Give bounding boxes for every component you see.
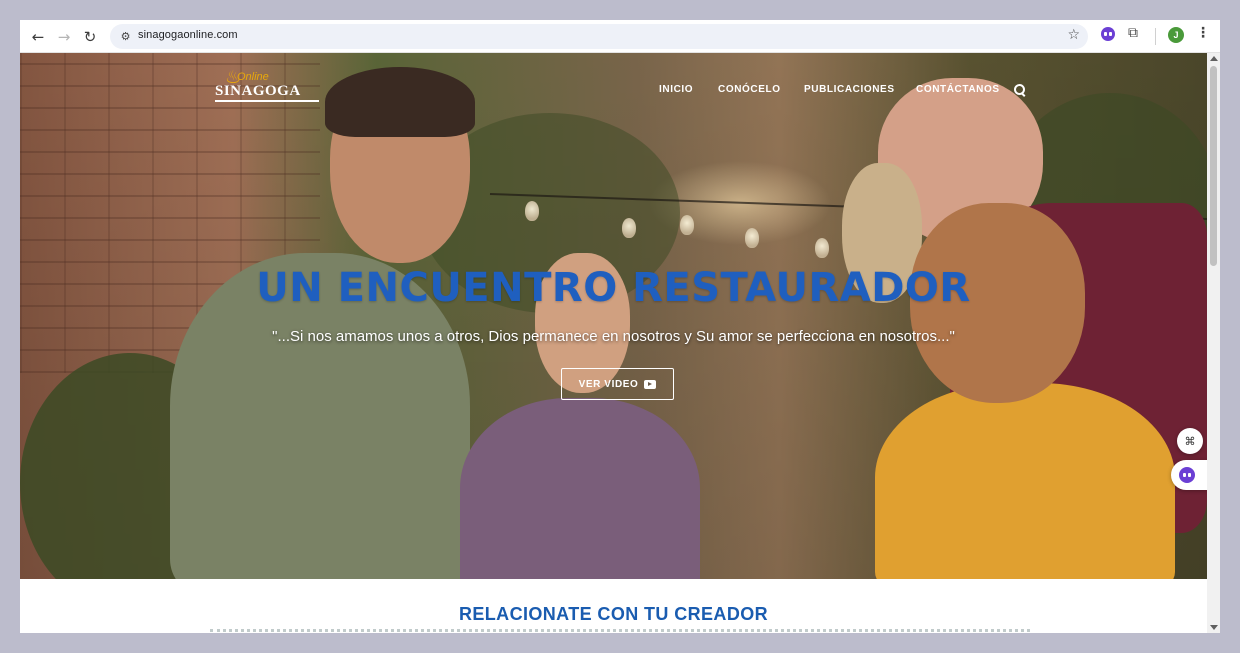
page-scrollbar[interactable] [1207, 53, 1220, 633]
hero-quote: "...Si nos amamos unos a otros, Dios per… [272, 328, 955, 345]
profile-avatar[interactable]: J [1168, 27, 1184, 43]
ver-video-button[interactable]: VER VIDEO [561, 368, 674, 400]
search-icon[interactable] [1013, 83, 1027, 97]
scroll-down-arrow-icon[interactable] [1210, 625, 1218, 630]
scroll-up-arrow-icon[interactable] [1210, 56, 1218, 61]
scroll-thumb[interactable] [1210, 66, 1217, 266]
back-icon[interactable]: ← [26, 25, 50, 49]
logo-name-text: SINAGOGA [215, 83, 301, 99]
floating-assistant-button[interactable] [1171, 460, 1207, 490]
extension-eyes-icon[interactable] [1101, 27, 1115, 41]
nav-item-publicaciones[interactable]: PUBLICACIONES [804, 84, 895, 95]
man-hair [325, 67, 475, 137]
section-title: RELACIONATE CON TU CREADOR [458, 604, 769, 624]
browser-menu-icon[interactable]: ⋮ [1196, 25, 1210, 41]
purple-cardigan [460, 398, 700, 579]
browser-window: ← → ↻ ⚙ sinagogaonline.com ☆ ⧉ J ⋮ ♨ Onl… [20, 20, 1220, 633]
page-viewport: ♨ Online SINAGOGA INICIO CONÓCELO PUBLIC… [20, 53, 1220, 633]
floating-apps-icon[interactable]: ⌘ [1177, 428, 1203, 454]
hero-title: UN ENCUENTRO RESTAURADOR [256, 265, 971, 311]
ver-video-label: VER VIDEO [578, 378, 639, 390]
hero-section: ♨ Online SINAGOGA INICIO CONÓCELO PUBLIC… [20, 53, 1207, 579]
bookmark-star-icon[interactable]: ☆ [1067, 27, 1080, 43]
light-bulb [680, 215, 694, 235]
nav-item-inicio[interactable]: INICIO [659, 84, 693, 95]
url-text[interactable]: sinagogaonline.com [138, 29, 238, 41]
light-bulb [745, 228, 759, 248]
forward-icon[interactable]: → [52, 25, 76, 49]
toolbar-divider [1155, 28, 1156, 45]
browser-toolbar: ← → ↻ ⚙ sinagogaonline.com ☆ ⧉ J ⋮ [20, 20, 1220, 53]
site-info-icon[interactable]: ⚙ [117, 28, 134, 45]
assistant-eyes-icon [1179, 467, 1195, 483]
extensions-puzzle-icon[interactable]: ⧉ [1128, 25, 1138, 41]
logo-underline [215, 100, 319, 102]
nav-item-contactanos[interactable]: CONTÁCTANOS [916, 84, 1000, 95]
site-logo[interactable]: ♨ Online SINAGOGA [215, 67, 325, 107]
address-bar[interactable]: ⚙ sinagogaonline.com ☆ [110, 24, 1088, 49]
reload-icon[interactable]: ↻ [78, 25, 102, 49]
logo-online-text: Online [237, 71, 269, 83]
light-bulb [622, 218, 636, 238]
youtube-icon [644, 379, 657, 389]
light-bulb [815, 238, 829, 258]
nav-item-conocelo[interactable]: CONÓCELO [718, 84, 781, 95]
clipped-paragraph [210, 629, 1030, 632]
light-bulb [525, 201, 539, 221]
yellow-hoodie [875, 383, 1175, 579]
